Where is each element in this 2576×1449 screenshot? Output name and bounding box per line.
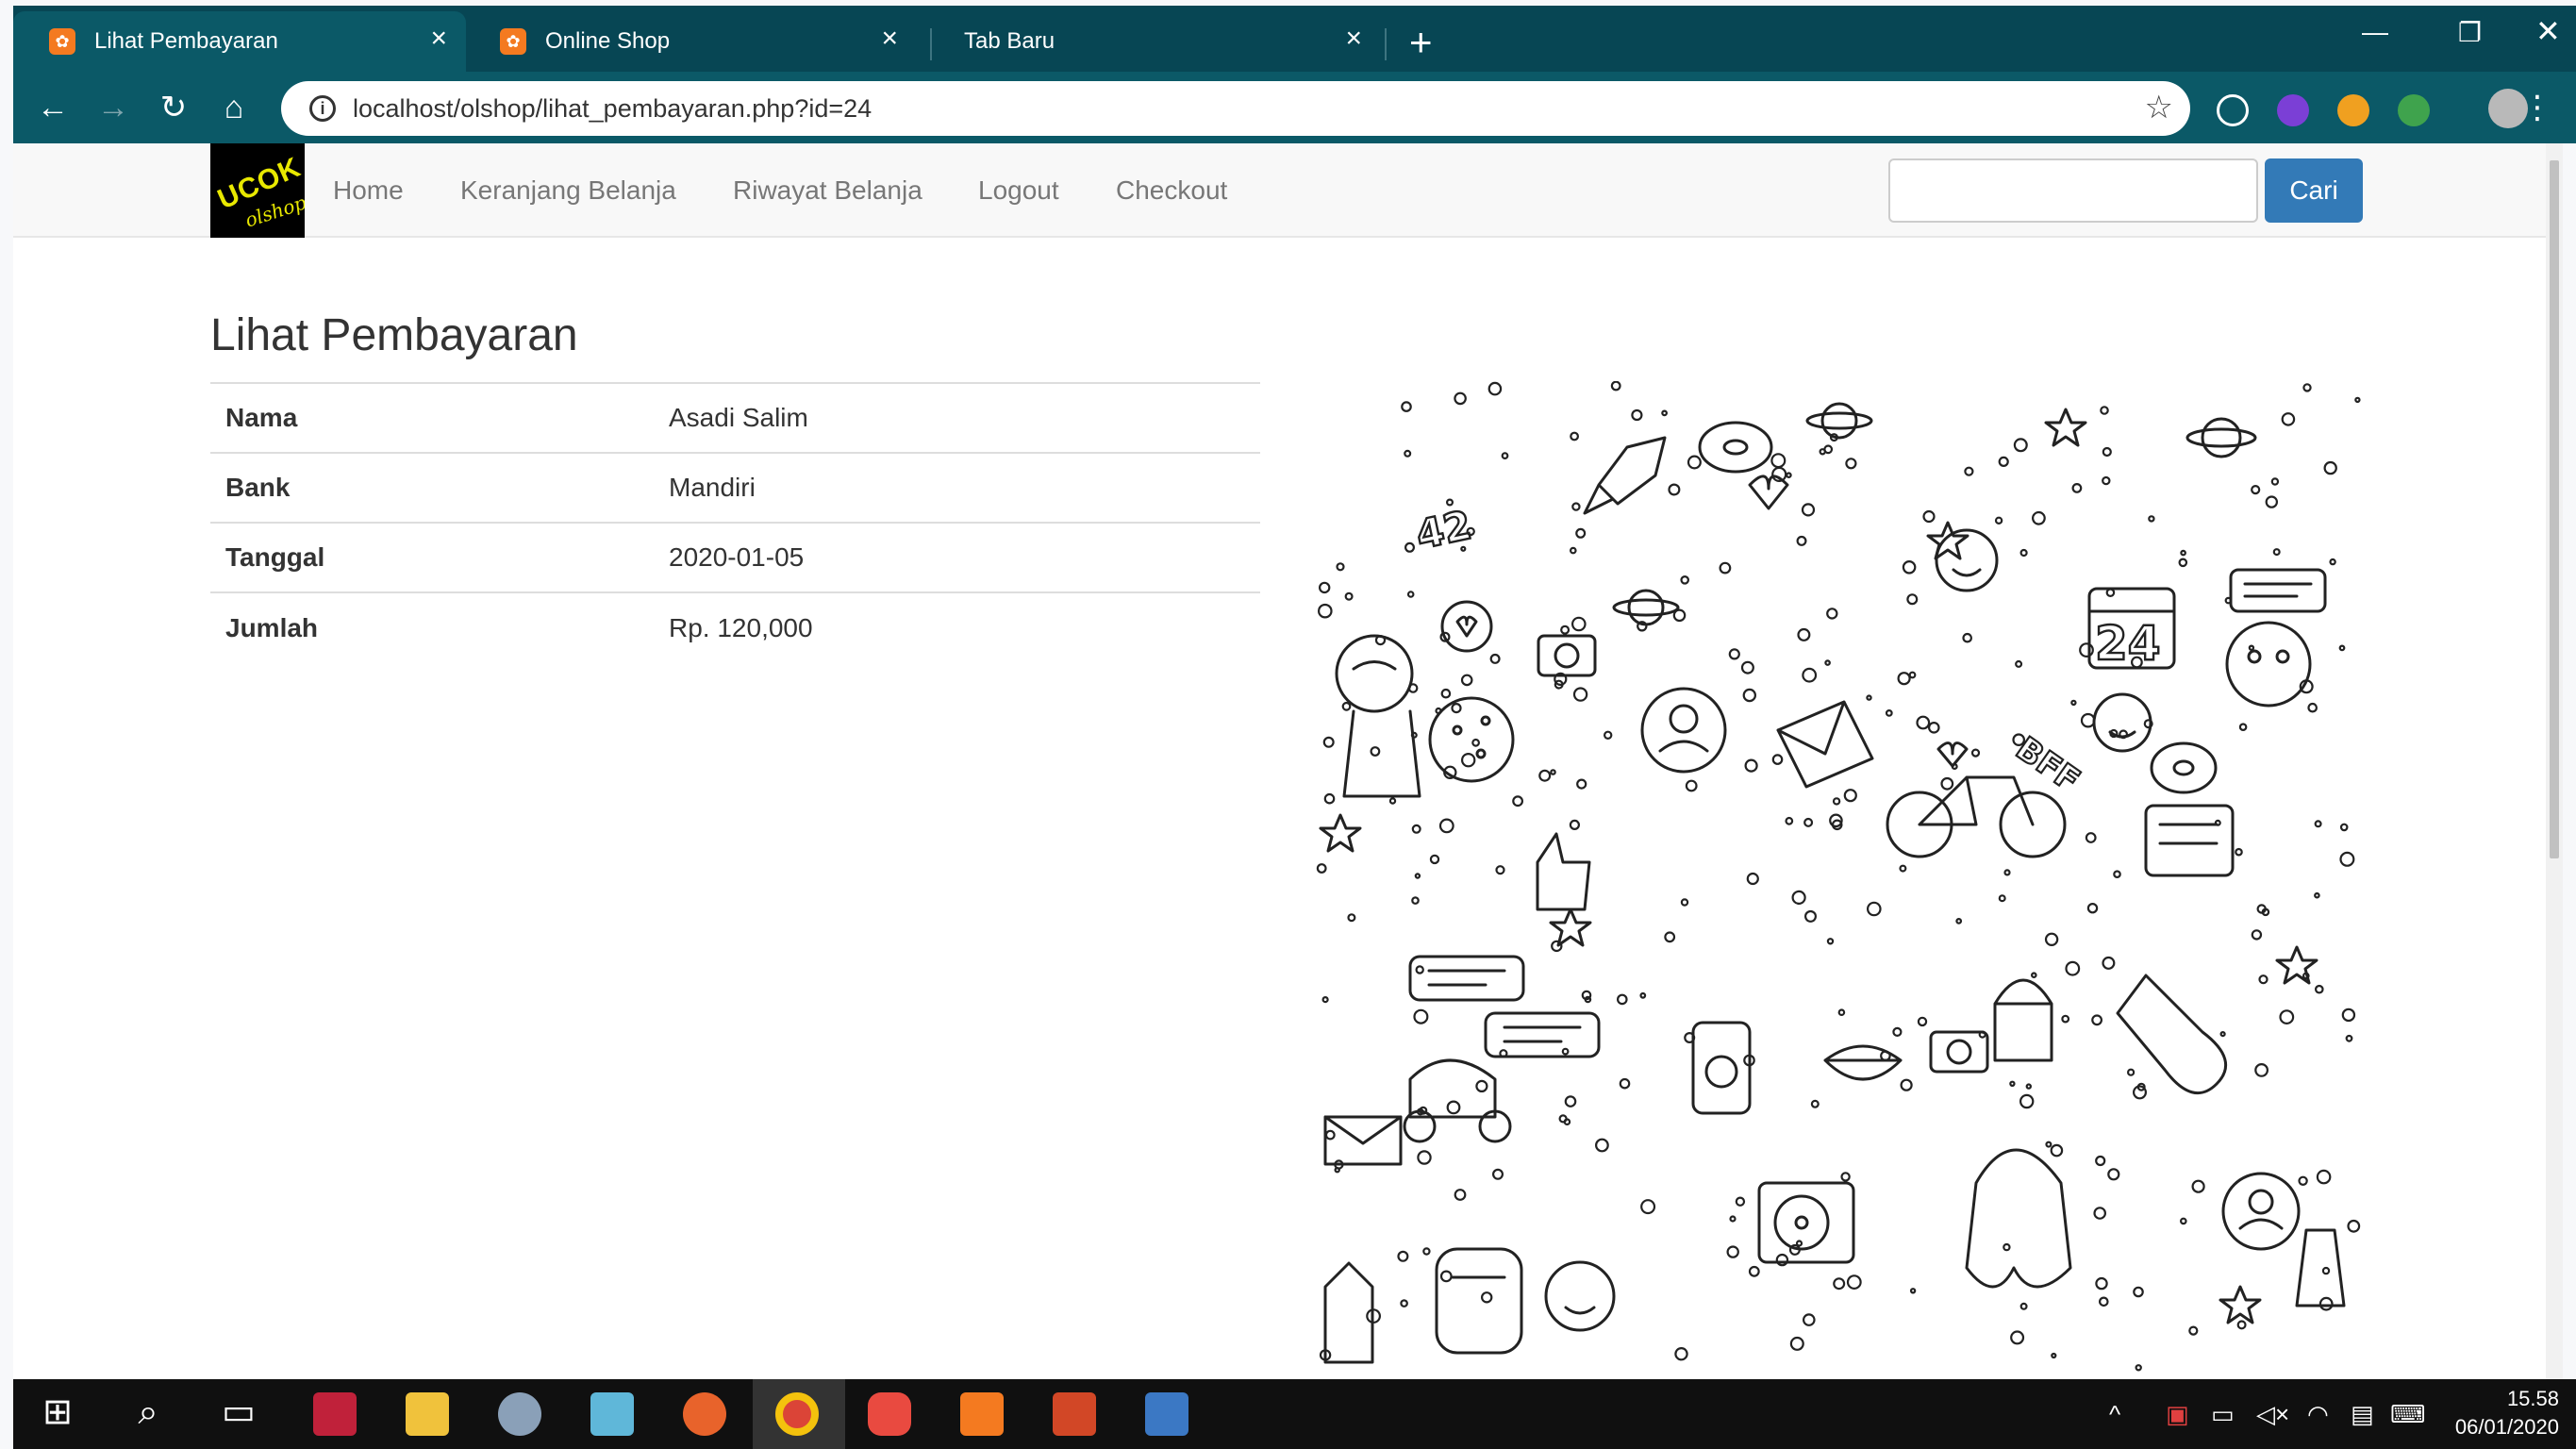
search-input[interactable] xyxy=(1888,158,2258,223)
tab-tab-baru[interactable]: Tab Baru × xyxy=(919,11,1381,72)
battery-icon[interactable]: ▭ xyxy=(2211,1400,2235,1429)
browser-toolbar: ← → ↻ ⌂ i localhost/olshop/lihat_pembaya… xyxy=(13,72,2576,143)
tab-lihat-pembayaran[interactable]: ✿ Lihat Pembayaran × xyxy=(13,11,466,72)
doodle-pattern-image: 42 24 BFF xyxy=(1316,381,2365,1379)
restore-icon[interactable]: ❐ xyxy=(2458,17,2482,48)
windows-start-icon[interactable]: ⊞ xyxy=(36,1391,79,1434)
table-row: Jumlah Rp. 120,000 xyxy=(210,591,1260,662)
row-value: Rp. 120,000 xyxy=(654,591,1260,662)
close-tab-icon[interactable]: × xyxy=(881,25,898,53)
scrollbar-thumb[interactable] xyxy=(2550,160,2559,858)
new-tab-button[interactable]: + xyxy=(1409,23,1433,62)
page-title: Lihat Pembayaran xyxy=(210,310,578,360)
speed-dial-extension-icon[interactable] xyxy=(2217,94,2249,126)
reload-icon[interactable]: ↻ xyxy=(155,89,192,126)
row-label: Nama xyxy=(210,382,654,453)
bookmark-star-icon[interactable]: ☆ xyxy=(2145,89,2173,126)
powerpoint-icon[interactable] xyxy=(1053,1392,1096,1436)
nav-link-logout[interactable]: Logout xyxy=(978,175,1059,206)
desktop-screen: ✿ Lihat Pembayaran × ✿ Online Shop × Tab… xyxy=(0,0,2576,1449)
page-scrollbar[interactable] xyxy=(2546,143,2563,1379)
row-value: Mandiri xyxy=(654,452,1260,523)
purple-extension-icon[interactable] xyxy=(2277,94,2309,126)
site-info-icon[interactable]: i xyxy=(309,95,336,122)
firefox-icon[interactable] xyxy=(683,1392,726,1436)
site-navbar: UCOK olshop Home Keranjang Belanja Riway… xyxy=(13,143,2559,238)
close-window-icon[interactable]: ✕ xyxy=(2535,13,2561,49)
clock-date: 06/01/2020 xyxy=(2454,1415,2559,1439)
table-row: Tanggal 2020-01-05 xyxy=(210,522,1260,592)
tab-online-shop[interactable]: ✿ Online Shop × xyxy=(464,11,917,72)
green-extension-icon[interactable] xyxy=(2398,94,2430,126)
snipping-tool-icon[interactable] xyxy=(498,1392,541,1436)
home-icon[interactable]: ⌂ xyxy=(215,89,253,126)
xampp-favicon-icon: ✿ xyxy=(500,28,526,55)
nav-link-keranjang-belanja[interactable]: Keranjang Belanja xyxy=(460,175,676,206)
close-tab-icon[interactable]: × xyxy=(430,25,447,53)
nav-link-riwayat-belanja[interactable]: Riwayat Belanja xyxy=(733,175,922,206)
row-label: Tanggal xyxy=(210,522,654,592)
pdf-tray-icon[interactable]: ▣ xyxy=(2166,1400,2189,1429)
notepad-app-icon[interactable] xyxy=(590,1392,634,1436)
payment-details-table: Nama Asadi Salim Bank Mandiri Tanggal 20… xyxy=(210,382,1260,662)
system-clock[interactable]: 15.58 06/01/2020 xyxy=(2455,1385,2559,1441)
url-text: localhost/olshop/lihat_pembayaran.php?id… xyxy=(353,94,873,123)
screen-recorder-icon[interactable] xyxy=(868,1392,911,1436)
orange-extension-icon[interactable] xyxy=(2337,94,2369,126)
mendeley-app-icon[interactable] xyxy=(313,1392,357,1436)
table-row: Nama Asadi Salim xyxy=(210,382,1260,453)
search-icon[interactable]: ⌕ xyxy=(126,1391,170,1434)
row-label: Bank xyxy=(210,452,654,523)
nav-link-checkout[interactable]: Checkout xyxy=(1116,175,1227,206)
tab-divider xyxy=(1385,28,1387,60)
file-explorer-icon[interactable] xyxy=(406,1392,449,1436)
row-value: Asadi Salim xyxy=(654,382,1260,453)
address-bar[interactable]: i localhost/olshop/lihat_pembayaran.php?… xyxy=(281,81,2190,136)
back-icon[interactable]: ← xyxy=(34,89,72,126)
payment-proof-image: 42 24 BFF xyxy=(1316,381,2365,1379)
ucok-olshop-logo[interactable]: UCOK olshop xyxy=(210,143,305,238)
row-value: 2020-01-05 xyxy=(654,522,1260,592)
windows-taskbar: ⊞ ⌕ ▭ ^ ▣ ▭ ◁× ◠ ▤ ⌨ 15.58 06/01/2020 xyxy=(13,1379,2576,1449)
xampp-favicon-icon: ✿ xyxy=(49,28,75,55)
tab-title: Online Shop xyxy=(545,28,671,54)
chrome-icon[interactable] xyxy=(775,1392,819,1436)
xampp-icon[interactable] xyxy=(960,1392,1004,1436)
notification-icon[interactable]: ▤ xyxy=(2351,1400,2374,1429)
volume-muted-icon[interactable]: ◁× xyxy=(2256,1400,2289,1429)
tab-title: Tab Baru xyxy=(964,28,1055,54)
photos-app-icon[interactable] xyxy=(1145,1392,1188,1436)
row-label: Jumlah xyxy=(210,591,654,662)
close-tab-icon[interactable]: × xyxy=(1345,25,1362,53)
web-page: UCOK olshop Home Keranjang Belanja Riway… xyxy=(13,143,2559,1379)
tab-title: Lihat Pembayaran xyxy=(94,28,278,54)
minimize-icon[interactable]: — xyxy=(2362,17,2388,47)
browser-window-chrome: ✿ Lihat Pembayaran × ✿ Online Shop × Tab… xyxy=(13,6,2576,143)
clock-time: 15.58 xyxy=(2506,1387,2559,1410)
show-hidden-icons-icon[interactable]: ^ xyxy=(2109,1400,2120,1429)
task-view-icon[interactable]: ▭ xyxy=(217,1391,260,1434)
search-button[interactable]: Cari xyxy=(2265,158,2363,223)
browser-menu-icon[interactable]: ⋮ xyxy=(2521,89,2553,126)
table-row: Bank Mandiri xyxy=(210,452,1260,523)
forward-icon[interactable]: → xyxy=(94,89,132,126)
doodle-text-24: 24 xyxy=(2095,616,2161,671)
nav-link-home[interactable]: Home xyxy=(333,175,404,206)
tab-strip: ✿ Lihat Pembayaran × ✿ Online Shop × Tab… xyxy=(13,6,2576,72)
keyboard-icon[interactable]: ⌨ xyxy=(2390,1400,2426,1429)
wifi-icon[interactable]: ◠ xyxy=(2307,1400,2329,1429)
